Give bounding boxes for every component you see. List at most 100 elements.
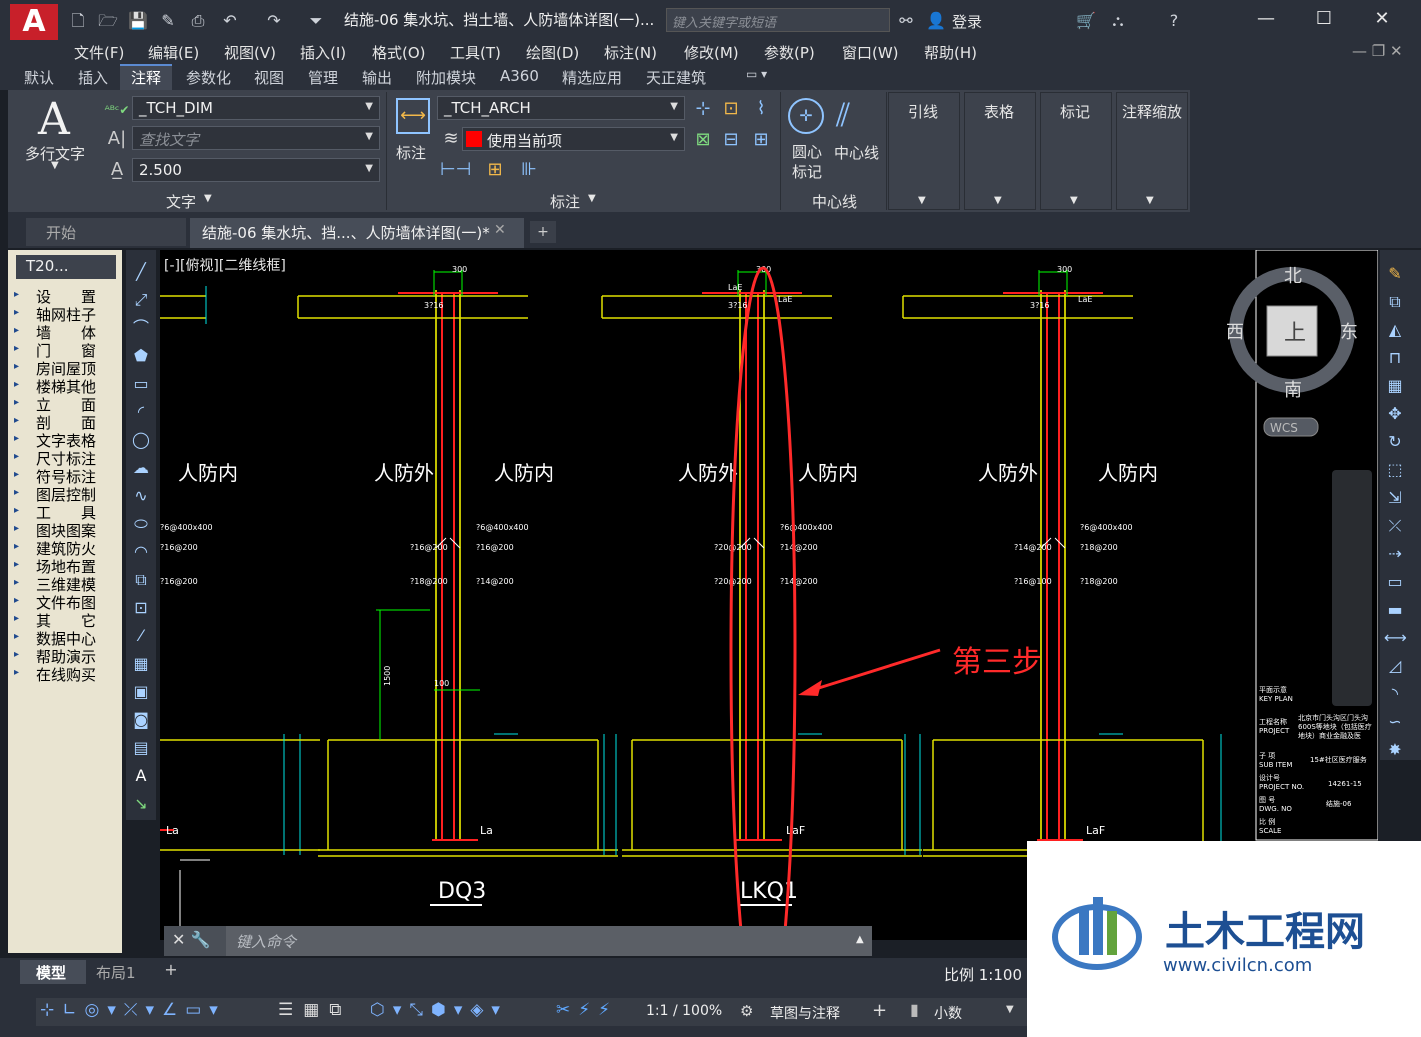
check-spelling-icon[interactable]: ᴬᴮᶜ✔ (104, 98, 130, 122)
extend-icon[interactable]: ⇢ (1384, 542, 1406, 566)
find-text-input[interactable]: 查找文字 (132, 126, 380, 150)
workspace-gear-icon[interactable]: ⚙ (740, 1002, 753, 1020)
text-height-combo[interactable]: 2.500 (132, 158, 380, 182)
mtext-icon[interactable]: A (38, 94, 70, 145)
command-history-icon[interactable]: ▲ (856, 934, 864, 945)
text-style-combo[interactable]: _TCH_DIM (132, 96, 380, 120)
viewcube-north[interactable]: 北 (1284, 266, 1302, 287)
user-icon[interactable]: 👤 (924, 10, 948, 32)
save-as-icon[interactable]: ✎ (156, 10, 180, 32)
drafting-toggles[interactable]: ⊹∟◎▾⤫▾∠▭▾ (40, 1000, 226, 1020)
palette-expand-icon[interactable]: ▸ (14, 523, 19, 534)
region-icon[interactable]: ◙ (130, 708, 152, 732)
leader-panel-title[interactable]: 引线 (908, 101, 938, 122)
mtext-dropdown-icon[interactable]: ▼ (51, 160, 59, 171)
new-tab-button[interactable]: + (530, 221, 556, 243)
viewcube-east[interactable]: 东 (1340, 322, 1358, 343)
quick-dim-icon[interactable]: ⊞ (482, 158, 508, 182)
doc-window-controls[interactable]: — ❐ ✕ (1352, 42, 1403, 60)
text-icon[interactable]: A (130, 764, 152, 788)
join-icon[interactable]: ⟷ (1384, 626, 1407, 650)
palette-item[interactable]: 在线购买 (36, 664, 96, 685)
open-file-icon[interactable]: 🗁 (96, 10, 120, 32)
palette-expand-icon[interactable]: ▸ (14, 361, 19, 372)
spline-icon[interactable]: ∿ (130, 484, 152, 508)
add-icon[interactable]: + (872, 1000, 887, 1021)
menu-edit[interactable]: 编辑(E) (148, 42, 199, 63)
undo-icon[interactable]: ↶ (218, 10, 242, 32)
dim-update-icon[interactable]: ⊟ (718, 128, 744, 152)
hatch-icon[interactable]: ▦ (130, 652, 152, 676)
new-file-icon[interactable]: 🗋 (66, 10, 90, 32)
centerline-button[interactable]: 中心线 (834, 142, 879, 163)
tab-output[interactable]: 输出 (362, 67, 392, 88)
object-toggles[interactable]: ⬡▾⤡⬢▾◈▾ (370, 1000, 508, 1020)
dim-layer-combo[interactable]: 使用当前项 (462, 127, 685, 151)
point-icon[interactable]: ⁄ (130, 624, 152, 648)
markup-panel-title[interactable]: 标记 (1060, 101, 1090, 122)
text-panel-expand-icon[interactable]: ▼ (204, 193, 212, 204)
offset-icon[interactable]: ⊓ (1384, 346, 1406, 370)
close-tab-icon[interactable]: ✕ (494, 222, 506, 238)
tab-layout1[interactable]: 布局1 (88, 960, 154, 984)
menu-parameter[interactable]: 参数(P) (764, 42, 815, 63)
tab-annotate[interactable]: 注释 (131, 67, 161, 88)
line-icon[interactable]: ╱ (130, 260, 152, 284)
menu-draw[interactable]: 绘图(D) (526, 42, 579, 63)
dim-inspect-icon[interactable]: ⊠ (690, 128, 716, 152)
dim-break-icon[interactable]: ⊹ (690, 97, 716, 121)
annotation-scale-title[interactable]: 注释缩放 (1122, 101, 1182, 122)
arc-icon[interactable]: ◜ (130, 400, 152, 424)
table-expand-icon[interactable]: ▼ (994, 195, 1002, 206)
binoculars-icon[interactable]: ⚯ (894, 10, 918, 32)
units-dropdown-icon[interactable]: ▼ (1006, 1004, 1014, 1015)
save-icon[interactable]: 💾 (126, 10, 150, 32)
palette-expand-icon[interactable]: ▸ (14, 325, 19, 336)
palette-expand-icon[interactable]: ▸ (14, 541, 19, 552)
tab-featured-apps[interactable]: 精选应用 (562, 67, 622, 88)
add-selected-icon[interactable]: ↘ (130, 792, 152, 816)
navigation-bar[interactable] (1332, 470, 1372, 706)
tab-parametric[interactable]: 参数化 (186, 67, 231, 88)
palette-expand-icon[interactable]: ▸ (14, 559, 19, 570)
tab-view[interactable]: 视图 (254, 67, 284, 88)
menu-view[interactable]: 视图(V) (224, 42, 276, 63)
array-icon[interactable]: ▦ (1384, 374, 1406, 398)
smooth-icon[interactable]: ∽ (1384, 710, 1406, 734)
palette-expand-icon[interactable]: ▸ (14, 433, 19, 444)
menu-file[interactable]: 文件(F) (74, 42, 124, 63)
maximize-button[interactable]: ☐ (1304, 6, 1344, 32)
trim-icon[interactable]: ⤫ (1384, 514, 1406, 538)
markup-expand-icon[interactable]: ▼ (1070, 195, 1078, 206)
cart-icon[interactable]: 🛒 (1074, 10, 1098, 32)
tab-manage[interactable]: 管理 (308, 67, 338, 88)
copy-icon[interactable]: ⧉ (1384, 290, 1406, 314)
palette-expand-icon[interactable]: ▸ (14, 451, 19, 462)
palette-expand-icon[interactable]: ▸ (14, 505, 19, 516)
tab-tangent-arch[interactable]: 天正建筑 (646, 67, 706, 88)
leader-expand-icon[interactable]: ▼ (918, 195, 926, 206)
revcloud-icon[interactable]: ☁ (130, 456, 152, 480)
scale-icon[interactable]: ⬚ (1384, 458, 1406, 482)
menu-dimension[interactable]: 标注(N) (604, 42, 657, 63)
login-button[interactable]: 登录 (952, 11, 982, 32)
annotation-scale-expand-icon[interactable]: ▼ (1146, 195, 1154, 206)
palette-expand-icon[interactable]: ▸ (14, 307, 19, 318)
palette-expand-icon[interactable]: ▸ (14, 577, 19, 588)
viewcube-top[interactable]: 上 (1284, 321, 1306, 346)
continue-dim-icon[interactable]: ⊪ (516, 158, 542, 182)
units-display[interactable]: 小数 (934, 1003, 962, 1023)
table-panel-title[interactable]: 表格 (984, 101, 1014, 122)
menu-help[interactable]: 帮助(H) (924, 42, 977, 63)
construction-line-icon[interactable]: ⤢ (130, 288, 152, 312)
circle-icon[interactable]: ◯ (130, 428, 152, 452)
rectangle-icon[interactable]: ▭ (130, 372, 152, 396)
print-icon[interactable]: ⎙ (186, 10, 210, 32)
command-input[interactable]: 键入命令 (226, 926, 872, 956)
qat-dropdown-icon[interactable]: ⏷ (304, 10, 328, 32)
text-style-icon[interactable]: A| (104, 127, 130, 151)
text-height-icon[interactable]: A̲ (104, 158, 130, 182)
palette-expand-icon[interactable]: ▸ (14, 667, 19, 678)
dimension-button[interactable]: 标注 (396, 142, 426, 163)
erase-icon[interactable]: ✎ (1384, 262, 1406, 286)
